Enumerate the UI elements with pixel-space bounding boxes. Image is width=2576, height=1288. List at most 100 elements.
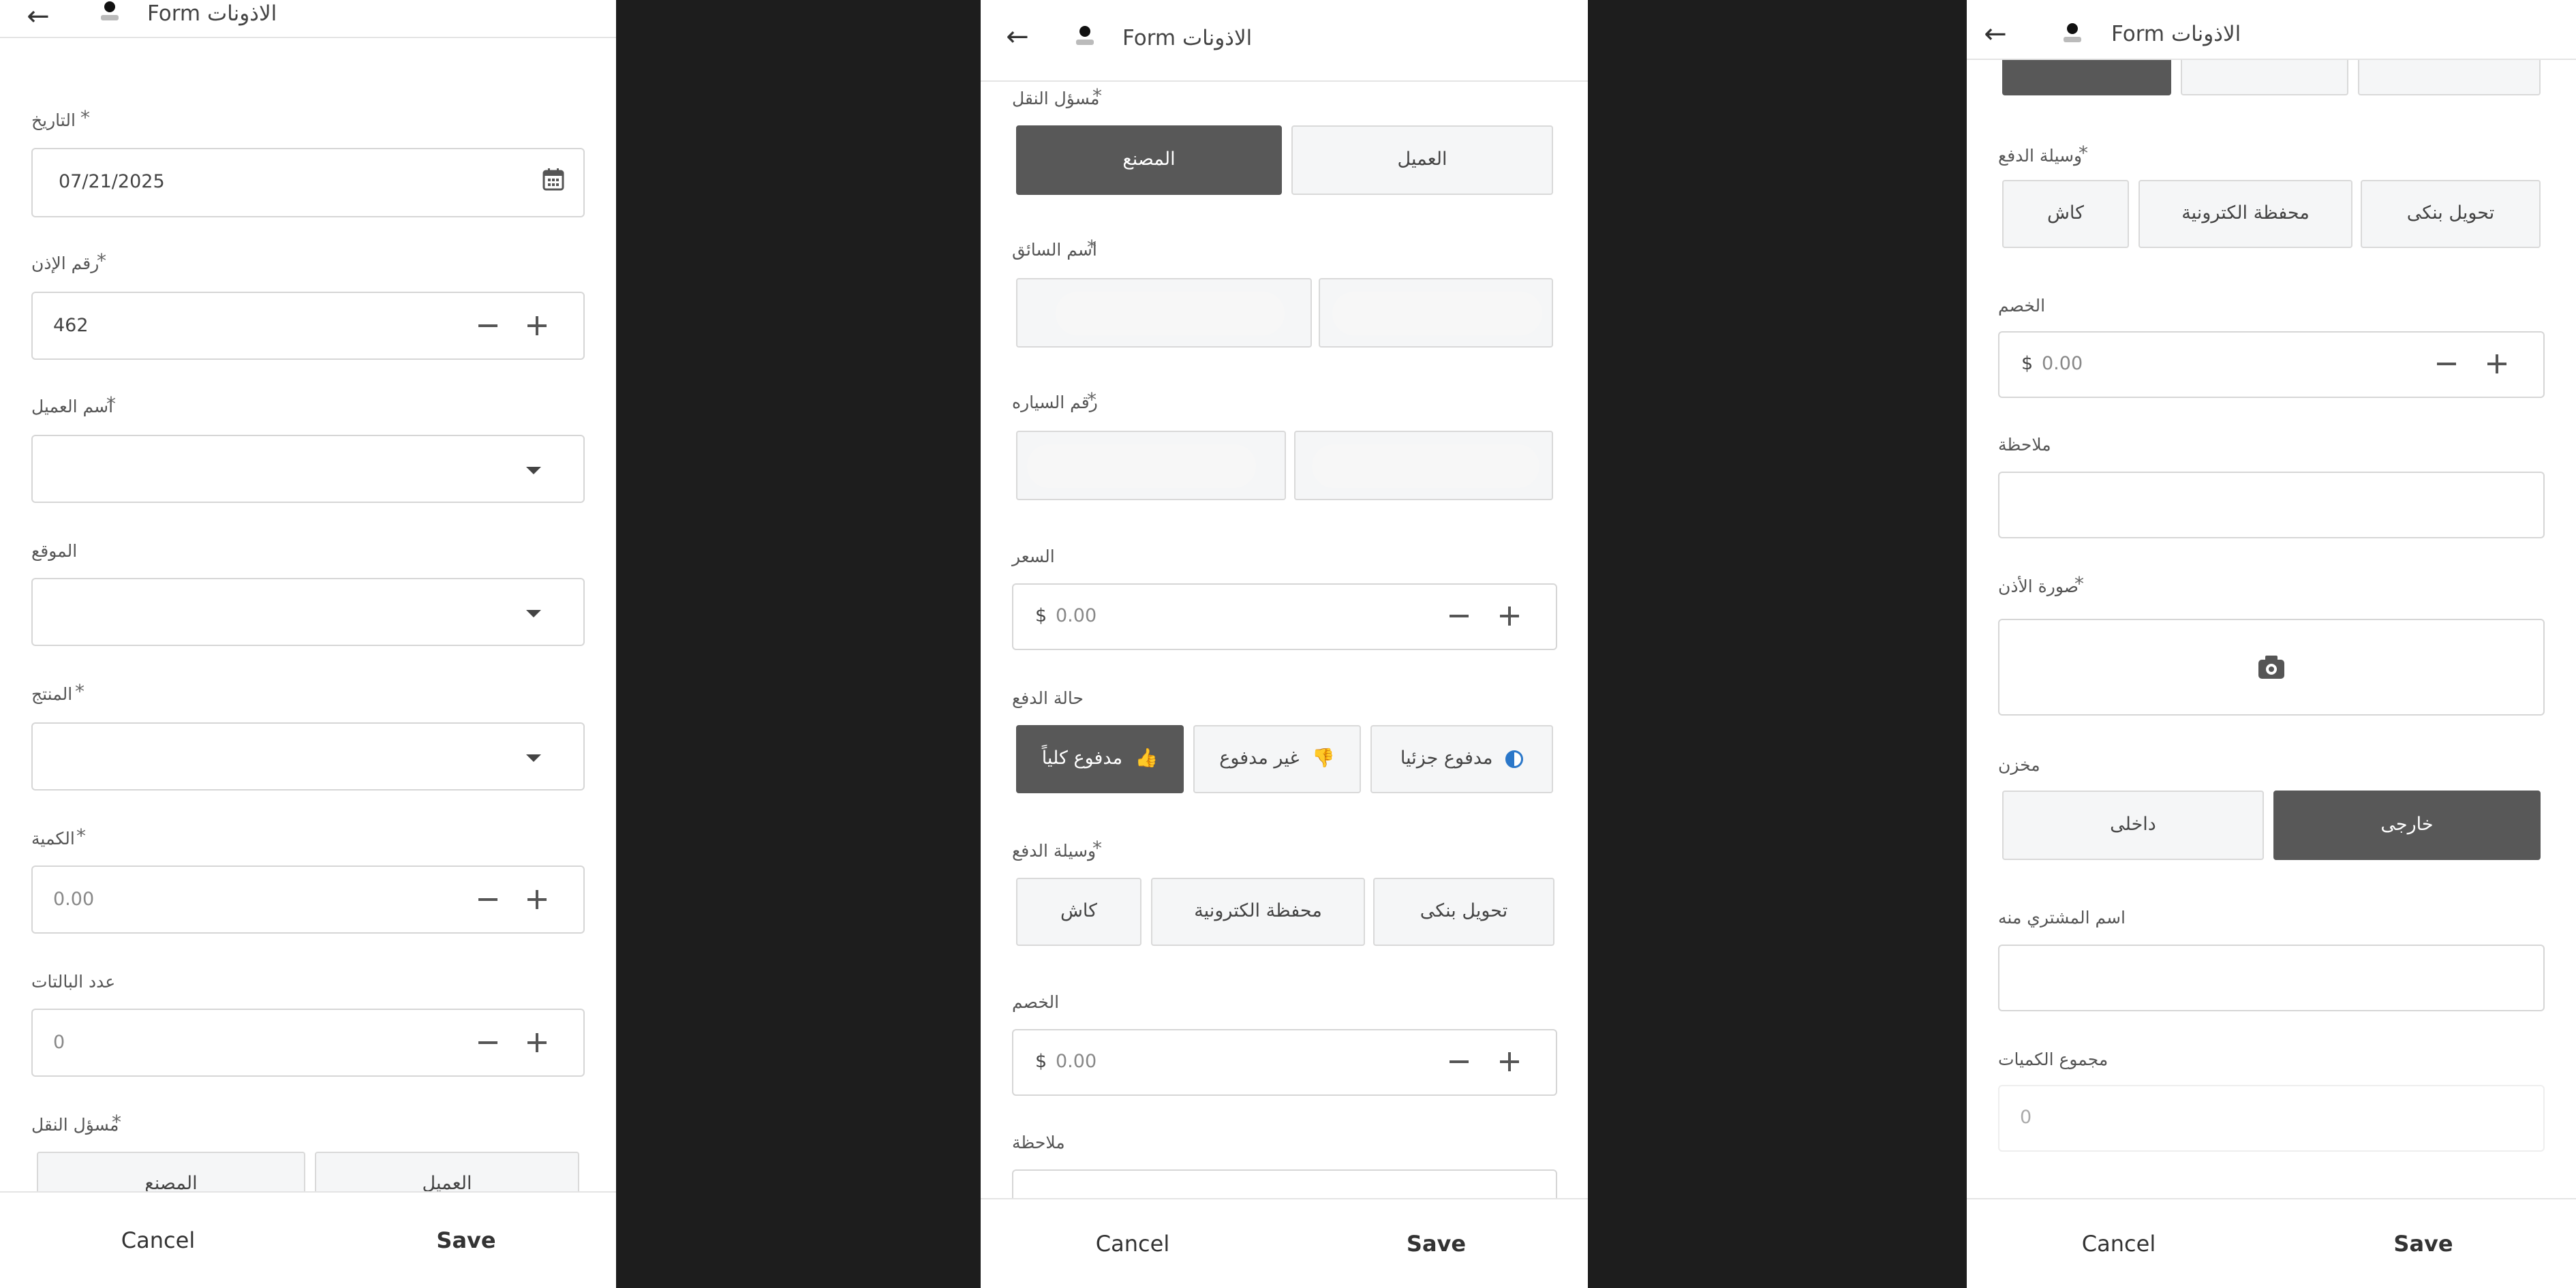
note-input[interactable] [1998,472,2545,538]
required-mark: * [1092,837,1102,859]
driver-input-1[interactable] [1016,278,1312,348]
customer-label: اسم العميل [31,397,114,416]
date-value: 07/21/2025 [59,171,165,192]
back-arrow-icon[interactable]: ← [25,3,52,30]
currency-symbol: $ [1035,605,1047,626]
minus-icon[interactable] [1450,615,1469,617]
required-mark: * [1092,85,1102,107]
form-screen-1: ← Form الاذونات التاريخ * 07/21/2025 رقم… [0,0,616,1288]
app-header: ← Form الاذونات [0,0,616,38]
cancel-button[interactable]: Cancel [1967,1199,2271,1288]
total-quantity-label: مجموع الكميات [1998,1049,2109,1069]
driver-input-2[interactable] [1319,278,1553,348]
warehouse-option-external[interactable]: خارجى [2273,791,2541,860]
product-select[interactable] [31,722,585,791]
form-screen-3: ← Form الاذونات وسيلة الدفع * كاش محفظة … [1967,0,2576,1288]
app-header: ← Form الاذونات [981,0,1588,82]
discount-label: الخصم [1012,992,1060,1012]
payment-status-partial[interactable]: مدفوع جزئيا [1370,725,1553,793]
minus-icon[interactable] [478,898,497,901]
car-number-label: رقم السياره [1012,393,1098,412]
form-screen-2: ← Form الاذونات مسؤل النقل * المصنع العم… [981,0,1588,1288]
warehouse-label: مخزن [1998,755,2040,775]
total-quantity-field: 0 [1998,1085,2545,1152]
segment-partial [2002,55,2171,95]
buyer-name-input[interactable] [1998,945,2545,1011]
payment-status-label: حالة الدفع [1012,688,1084,708]
app-logo [2062,23,2083,46]
segment-partial [2181,55,2348,95]
required-mark: * [2079,142,2088,164]
warehouse-option-internal[interactable]: داخلى [2002,791,2264,860]
chevron-down-icon [526,467,541,474]
transport-label: مسؤل النقل [31,1115,119,1135]
pallets-stepper[interactable]: 0 [31,1009,585,1077]
required-mark: * [80,106,90,129]
save-button[interactable]: Save [316,1193,616,1288]
discount-value: 0.00 [2042,353,2083,374]
form-footer: Cancel Save [981,1198,1588,1288]
cancel-button[interactable]: Cancel [0,1193,316,1288]
minus-icon[interactable] [2437,363,2456,365]
payment-method-bank[interactable]: تحويل بنكى [2361,180,2541,248]
required-mark: * [112,1111,121,1133]
payment-status-paid[interactable]: مدفوع كلياً 👍 [1016,725,1184,793]
total-quantity-value: 0 [2020,1107,2032,1128]
location-select[interactable] [31,578,585,646]
buyer-name-label: اسم المشتري منه [1998,908,2126,927]
currency-symbol: $ [1035,1051,1047,1072]
save-button[interactable]: Save [1285,1199,1588,1288]
transport-label: مسؤل النقل [1012,89,1100,108]
discount-stepper[interactable]: $ 0.00 [1998,331,2545,398]
permit-image-upload[interactable] [1998,619,2545,716]
payment-method-wallet[interactable]: محفظة الكترونية [1151,878,1365,946]
location-label: الموقع [31,541,78,561]
price-stepper[interactable]: $ 0.00 [1012,583,1557,650]
camera-icon[interactable] [2258,656,2284,679]
transport-option-factory[interactable]: المصنع [1016,125,1282,195]
payment-method-cash[interactable]: كاش [2002,180,2129,248]
payment-method-bank[interactable]: تحويل بنكى [1373,878,1554,946]
back-arrow-icon[interactable]: ← [1982,20,2009,48]
chevron-down-icon [526,754,541,762]
segment-partial [2358,55,2541,95]
discount-stepper[interactable]: $ 0.00 [1012,1029,1557,1096]
back-arrow-icon[interactable]: ← [1004,23,1031,50]
required-mark: * [1087,388,1097,411]
thumbs-down-icon: 👎 [1312,748,1335,769]
half-circle-icon [1505,750,1524,768]
car-number-input-2[interactable] [1294,431,1553,500]
minus-icon[interactable] [1450,1060,1469,1063]
cancel-button[interactable]: Cancel [981,1199,1285,1288]
price-value: 0.00 [1056,605,1097,626]
price-label: السعر [1012,547,1055,566]
minus-icon[interactable] [478,324,497,327]
app-logo [99,1,120,25]
page-title: Form الاذونات [2111,22,2241,46]
permit-number-label: رقم الإذن [31,254,99,273]
discount-label: الخصم [1998,296,2046,316]
customer-select[interactable] [31,435,585,503]
date-label: التاريخ [31,110,76,130]
payment-status-unpaid[interactable]: غير مدفوع 👎 [1193,725,1361,793]
calendar-icon[interactable] [541,167,566,194]
required-mark: * [2074,572,2084,595]
permit-number-field[interactable]: 462 [31,292,585,360]
app-header: ← Form الاذونات [1967,0,2576,60]
pallets-label: عدد البالتات [31,972,116,992]
driver-label: اسم السائق [1012,240,1097,260]
save-button[interactable]: Save [2271,1199,2576,1288]
required-mark: * [106,393,116,415]
date-field[interactable]: 07/21/2025 [31,148,585,217]
currency-symbol: $ [2021,353,2034,374]
permit-image-label: صورة الأذن [1998,577,2079,596]
payment-method-wallet[interactable]: محفظة الكترونية [2138,180,2352,248]
quantity-stepper[interactable]: 0.00 [31,865,585,934]
payment-method-cash[interactable]: كاش [1016,878,1141,946]
page-title: Form الاذونات [147,1,277,26]
app-logo [1075,26,1095,49]
transport-option-customer[interactable]: العميل [1291,125,1553,195]
minus-icon[interactable] [478,1041,497,1044]
chevron-down-icon [526,610,541,617]
car-number-input-1[interactable] [1016,431,1286,500]
